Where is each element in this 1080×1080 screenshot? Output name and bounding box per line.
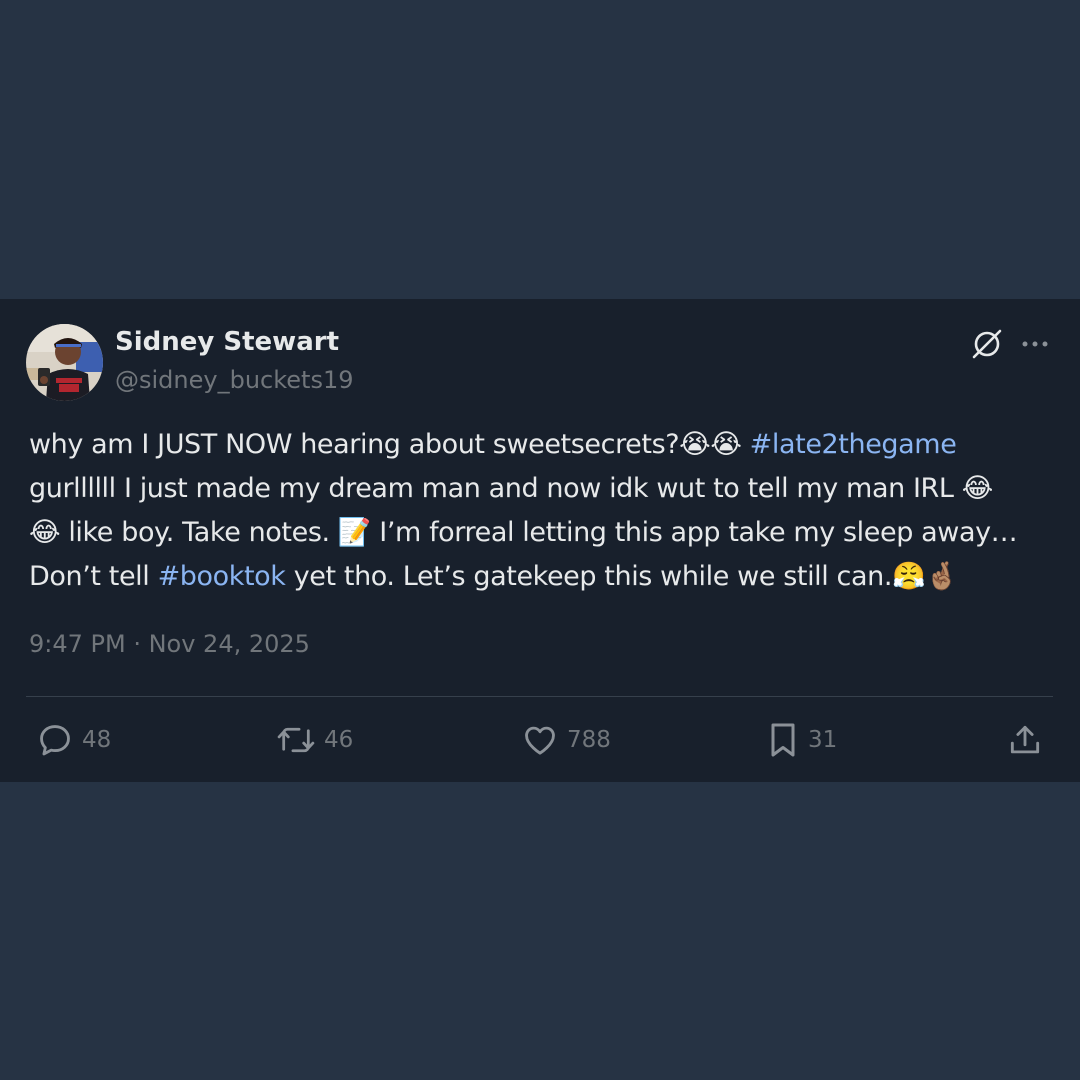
tweet-line: gurllllll I just made my dream man and n… — [29, 473, 993, 504]
tweet-line: why am I JUST NOW hearing about sweetsec… — [29, 423, 1059, 467]
share-icon — [1006, 721, 1044, 759]
more-icon[interactable] — [1020, 333, 1052, 355]
divider — [26, 696, 1053, 697]
hashtag-link[interactable]: #late2thegame — [750, 429, 957, 460]
tweet-text-segment: yet tho. Let’s gatekeep this while we st… — [285, 561, 959, 592]
reply-count: 48 — [82, 727, 112, 753]
bookmark-icon — [766, 720, 800, 760]
author-handle[interactable]: @sidney_buckets19 — [115, 366, 354, 394]
tweet-timestamp[interactable]: 9:47 PM · Nov 24, 2025 — [29, 630, 310, 658]
grok-icon[interactable] — [970, 327, 1004, 361]
hashtag-link[interactable]: #booktok — [158, 561, 286, 592]
author-name[interactable]: Sidney Stewart — [115, 327, 339, 357]
repost-icon — [276, 721, 316, 759]
tweet-text-segment: Don’t tell — [29, 561, 158, 592]
like-button[interactable]: 788 — [521, 720, 611, 760]
tweet-text-segment: why am I JUST NOW hearing about sweetsec… — [29, 429, 750, 460]
tweet-line: 😂 like boy. Take notes. 📝 I’m forreal le… — [29, 517, 1018, 548]
tweet-line: Don’t tell #booktok yet tho. Let’s gatek… — [29, 555, 1059, 599]
like-icon — [521, 721, 559, 759]
reply-icon — [36, 721, 74, 759]
bookmark-button[interactable]: 31 — [766, 720, 837, 760]
repost-count: 46 — [324, 727, 354, 753]
reply-button[interactable]: 48 — [36, 720, 111, 760]
share-button[interactable] — [1006, 720, 1044, 760]
avatar[interactable] — [26, 324, 103, 401]
tweet-text: why am I JUST NOW hearing about sweetsec… — [29, 423, 1059, 599]
bookmark-count: 31 — [808, 727, 838, 753]
like-count: 788 — [567, 727, 611, 753]
repost-button[interactable]: 46 — [276, 720, 353, 760]
